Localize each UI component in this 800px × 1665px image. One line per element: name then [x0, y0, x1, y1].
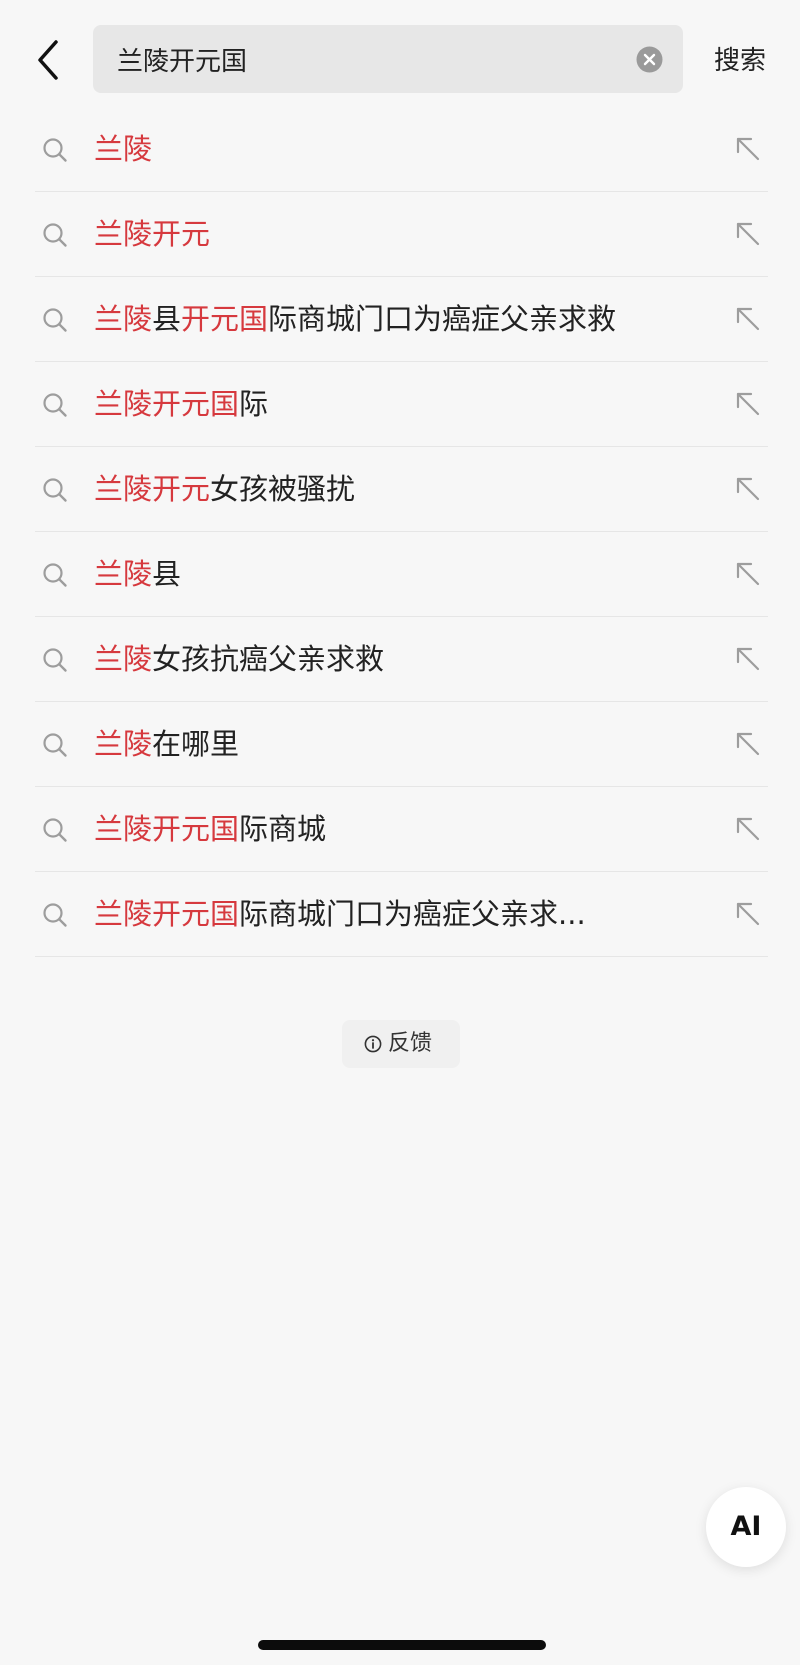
- suggestion-highlight: 兰陵: [94, 727, 153, 761]
- suggestion-highlight: 兰陵: [94, 642, 153, 676]
- search-icon: [43, 903, 67, 927]
- arrow-up-left-icon[interactable]: [734, 900, 762, 928]
- home-indicator: [258, 1640, 546, 1650]
- clear-button[interactable]: [636, 46, 663, 73]
- suggestion-highlight: 兰陵开元国: [94, 897, 240, 931]
- suggestion-highlight: 兰陵开元: [94, 217, 211, 251]
- suggestion-item[interactable]: 兰陵开元国际商城门口为癌症父亲求...: [0, 872, 800, 957]
- suggestion-highlight: 兰陵开元国: [94, 387, 240, 421]
- suggestion-highlight: 兰陵开元国: [94, 812, 240, 846]
- ai-assistant-button[interactable]: AI: [706, 1487, 786, 1567]
- suggestion-text: 兰陵开元国际商城: [94, 808, 326, 850]
- arrow-up-left-icon[interactable]: [734, 645, 762, 673]
- suggestion-list: 兰陵 兰陵开元 兰陵县开元国际商城门口为癌症父亲求救 兰陵开元国际 兰陵开元女孩被骚扰兰…: [0, 107, 800, 957]
- suggestion-highlight: 兰陵: [94, 132, 153, 166]
- arrow-up-left-icon[interactable]: [734, 730, 762, 758]
- info-icon: [364, 1035, 382, 1053]
- search-icon: [43, 733, 67, 757]
- suggestion-rest: 女孩抗癌父亲求救: [152, 642, 385, 676]
- search-icon: [43, 138, 67, 162]
- arrow-up-left-icon[interactable]: [734, 815, 762, 843]
- suggestion-item[interactable]: 兰陵开元国际: [0, 362, 800, 447]
- suggestion-highlight: 兰陵开元: [94, 472, 211, 506]
- suggestion-highlight: 开元国: [181, 302, 269, 336]
- suggestion-text: 兰陵开元国际商城门口为癌症父亲求...: [94, 893, 586, 935]
- search-box[interactable]: [93, 25, 683, 93]
- suggestion-text: 兰陵县开元国际商城门口为癌症父亲求救: [94, 298, 616, 340]
- search-input[interactable]: [117, 25, 597, 93]
- search-icon: [43, 393, 67, 417]
- suggestion-item[interactable]: 兰陵开元女孩被骚扰: [0, 447, 800, 532]
- suggestion-item[interactable]: 兰陵: [0, 107, 800, 192]
- suggestion-text: 兰陵开元: [94, 213, 210, 255]
- suggestion-rest: 际商城门口为癌症父亲求...: [239, 897, 586, 931]
- suggestion-text: 兰陵县: [94, 553, 181, 595]
- suggestion-item[interactable]: 兰陵县: [0, 532, 800, 617]
- suggestion-rest: 县: [152, 302, 182, 336]
- search-icon: [43, 563, 67, 587]
- suggestion-item[interactable]: 兰陵女孩抗癌父亲求救: [0, 617, 800, 702]
- suggestion-rest: 际: [239, 387, 269, 421]
- arrow-up-left-icon[interactable]: [734, 475, 762, 503]
- suggestion-item[interactable]: 兰陵开元: [0, 192, 800, 277]
- divider: [35, 956, 768, 957]
- suggestion-rest: 际商城: [239, 812, 327, 846]
- search-icon: [43, 648, 67, 672]
- suggestion-item[interactable]: 兰陵县开元国际商城门口为癌症父亲求救: [0, 277, 800, 362]
- suggestion-item[interactable]: 兰陵开元国际商城: [0, 787, 800, 872]
- top-bar: 搜索: [0, 0, 800, 110]
- arrow-up-left-icon[interactable]: [734, 220, 762, 248]
- suggestion-highlight: 兰陵: [94, 557, 153, 591]
- search-icon: [43, 308, 67, 332]
- chevron-left-icon: [38, 40, 58, 80]
- suggestion-rest: 县: [152, 557, 182, 591]
- clear-circle-icon: [636, 46, 663, 73]
- search-icon: [43, 223, 67, 247]
- suggestion-text: 兰陵: [94, 128, 152, 170]
- back-button[interactable]: [28, 36, 76, 84]
- search-icon: [43, 818, 67, 842]
- feedback-label: 反馈: [388, 1031, 433, 1056]
- suggestion-text: 兰陵开元女孩被骚扰: [94, 468, 355, 510]
- suggestion-rest: 在哪里: [152, 727, 240, 761]
- suggestion-highlight: 兰陵: [94, 302, 153, 336]
- arrow-up-left-icon[interactable]: [734, 305, 762, 333]
- search-submit-button[interactable]: 搜索: [714, 40, 766, 77]
- suggestion-text: 兰陵女孩抗癌父亲求救: [94, 638, 384, 680]
- arrow-up-left-icon[interactable]: [734, 390, 762, 418]
- arrow-up-left-icon[interactable]: [734, 135, 762, 163]
- suggestion-item[interactable]: 兰陵在哪里: [0, 702, 800, 787]
- feedback-button[interactable]: 反馈: [342, 1020, 460, 1068]
- suggestion-rest: 女孩被骚扰: [210, 472, 356, 506]
- suggestion-text: 兰陵在哪里: [94, 723, 239, 765]
- search-icon: [43, 478, 67, 502]
- suggestion-text: 兰陵开元国际: [94, 383, 268, 425]
- arrow-up-left-icon[interactable]: [734, 560, 762, 588]
- suggestion-rest: 际商城门口为癌症父亲求救: [268, 302, 617, 336]
